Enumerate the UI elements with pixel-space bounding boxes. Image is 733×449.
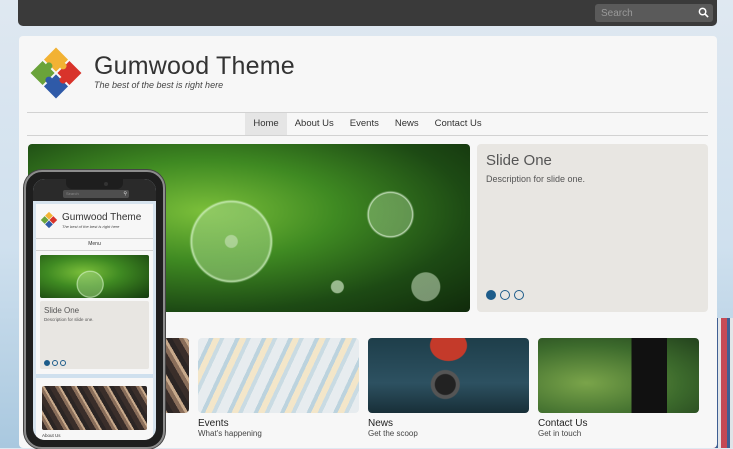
- mobile-slide-description: Description for slide one.: [44, 317, 94, 322]
- mobile-site-title: Gumwood Theme: [62, 212, 142, 223]
- mobile-slide-dot-2[interactable]: [52, 360, 58, 366]
- search-box: [595, 4, 713, 22]
- feature-image-phone[interactable]: [538, 338, 699, 413]
- mobile-slide-image: [40, 255, 149, 298]
- mobile-preview-phone: Search ⚲ Gumwood Theme The best of the b…: [24, 170, 165, 449]
- search-icon[interactable]: [697, 7, 709, 19]
- nav-item-about-us[interactable]: About Us: [287, 113, 342, 135]
- mobile-slide-dot-3[interactable]: [60, 360, 66, 366]
- mobile-slide-panel: Slide One Description for slide one.: [40, 301, 149, 369]
- mobile-menu-button[interactable]: Menu: [36, 238, 153, 251]
- mobile-feature-label[interactable]: About Us: [42, 433, 61, 438]
- feature-news[interactable]: News Get the scoop: [368, 338, 529, 439]
- slide-dot-2[interactable]: [500, 290, 510, 300]
- slide-description: Description for slide one.: [486, 174, 586, 184]
- site-title[interactable]: Gumwood Theme: [94, 52, 295, 81]
- mobile-feature-image[interactable]: [42, 386, 147, 430]
- feature-contact-us[interactable]: Contact Us Get in touch: [538, 338, 699, 439]
- phone-notch: [66, 179, 123, 189]
- feature-events[interactable]: Events What's happening: [198, 338, 359, 439]
- mobile-slide-dot-1[interactable]: [44, 360, 50, 366]
- mobile-separator: [36, 374, 153, 378]
- mobile-puzzle-logo-icon: [40, 211, 58, 229]
- nav-item-news[interactable]: News: [387, 113, 427, 135]
- slide-caption-panel: Slide One Description for slide one.: [477, 144, 708, 312]
- top-bar: [18, 0, 717, 26]
- mobile-screen: Search ⚲ Gumwood Theme The best of the b…: [33, 179, 156, 440]
- mobile-slide-pager: [44, 360, 66, 366]
- search-input[interactable]: [595, 4, 697, 22]
- feature-title-events[interactable]: Events: [198, 418, 359, 429]
- site-tagline: The best of the best is right here: [94, 80, 224, 90]
- slide-title: Slide One: [486, 152, 552, 169]
- nav-item-contact-us[interactable]: Contact Us: [427, 113, 490, 135]
- puzzle-logo-icon[interactable]: [28, 45, 84, 101]
- feature-title-news[interactable]: News: [368, 418, 529, 429]
- feature-subtitle-events: What's happening: [198, 429, 262, 438]
- slide-dot-3[interactable]: [514, 290, 524, 300]
- feature-image-camera[interactable]: [368, 338, 529, 413]
- feature-title-contact-us[interactable]: Contact Us: [538, 418, 699, 429]
- slide-pager: [486, 290, 524, 300]
- camera-icon: [104, 182, 108, 186]
- mobile-search-icon[interactable]: ⚲: [123, 190, 127, 198]
- mobile-search-box[interactable]: Search ⚲: [63, 190, 129, 198]
- nav-item-events[interactable]: Events: [342, 113, 387, 135]
- main-nav: Home About Us Events News Contact Us: [27, 112, 708, 136]
- feature-subtitle-news: Get the scoop: [368, 429, 418, 438]
- slide-dot-1[interactable]: [486, 290, 496, 300]
- mobile-site-tagline: The best of the best is right here: [62, 224, 120, 229]
- mobile-slide-title: Slide One: [44, 306, 80, 315]
- mobile-card: Gumwood Theme The best of the best is ri…: [36, 204, 153, 440]
- mobile-search-placeholder: Search: [66, 191, 79, 196]
- feature-subtitle-contact-us: Get in touch: [538, 429, 582, 438]
- nav-item-home[interactable]: Home: [245, 113, 287, 135]
- feature-image-calendar[interactable]: [198, 338, 359, 413]
